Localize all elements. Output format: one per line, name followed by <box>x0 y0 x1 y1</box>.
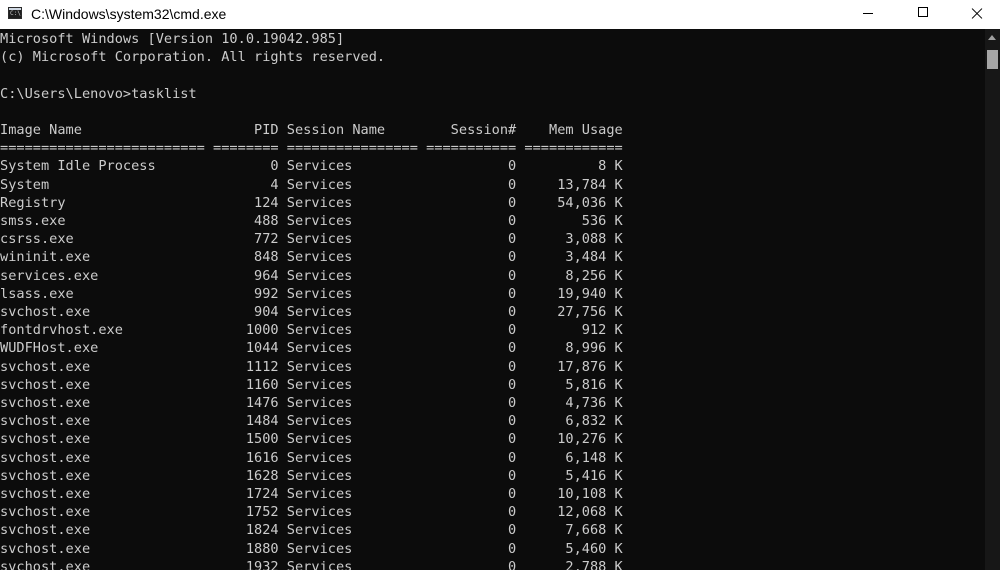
console-line: svchost.exe 1484 Services 0 6,832 K <box>0 413 623 430</box>
maximize-button[interactable] <box>900 0 946 29</box>
console-line: svchost.exe 1932 Services 0 2,788 K <box>0 558 623 570</box>
console-line: Image Name PID Session Name Session# Mem… <box>0 122 623 139</box>
cmd-icon-text: C:\ <box>10 10 21 17</box>
console-line: svchost.exe 1724 Services 0 10,108 K <box>0 486 623 503</box>
title-bar[interactable]: C:\ C:\Windows\system32\cmd.exe <box>0 0 1000 29</box>
console-line: smss.exe 488 Services 0 536 K <box>0 213 623 230</box>
console-line: svchost.exe 1112 Services 0 17,876 K <box>0 358 623 375</box>
console-line: svchost.exe 1880 Services 0 5,460 K <box>0 540 623 557</box>
console-line: svchost.exe 1752 Services 0 12,068 K <box>0 504 623 521</box>
console-line: System 4 Services 0 13,784 K <box>0 176 623 193</box>
minimize-button[interactable] <box>845 0 891 29</box>
cmd-icon: C:\ <box>8 7 22 19</box>
vertical-scrollbar[interactable] <box>985 29 1000 570</box>
console-line: ========================= ======== =====… <box>0 140 623 157</box>
console-line: svchost.exe 1476 Services 0 4,736 K <box>0 395 623 412</box>
console-line: svchost.exe 904 Services 0 27,756 K <box>0 304 623 321</box>
console-line: svchost.exe 1616 Services 0 6,148 K <box>0 449 623 466</box>
console-line: svchost.exe 1160 Services 0 5,816 K <box>0 376 623 393</box>
console-line: WUDFHost.exe 1044 Services 0 8,996 K <box>0 340 623 357</box>
console-line: services.exe 964 Services 0 8,256 K <box>0 267 623 284</box>
console-line: (c) Microsoft Corporation. All rights re… <box>0 49 386 66</box>
console-output[interactable]: Microsoft Windows [Version 10.0.19042.98… <box>0 29 985 570</box>
window-title: C:\Windows\system32\cmd.exe <box>31 6 227 22</box>
console-line: svchost.exe 1824 Services 0 7,668 K <box>0 522 623 539</box>
console-line: svchost.exe 1628 Services 0 5,416 K <box>0 467 623 484</box>
console-line: wininit.exe 848 Services 0 3,484 K <box>0 249 623 266</box>
console-line: fontdrvhost.exe 1000 Services 0 912 K <box>0 322 623 339</box>
console-line: csrss.exe 772 Services 0 3,088 K <box>0 231 623 248</box>
console-line: svchost.exe 1500 Services 0 10,276 K <box>0 431 623 448</box>
close-button[interactable] <box>954 0 1000 29</box>
console-text: Microsoft Windows [Version 10.0.19042.98… <box>0 30 623 570</box>
scroll-up-arrow-icon[interactable] <box>988 35 996 40</box>
console-line: lsass.exe 992 Services 0 19,940 K <box>0 285 623 302</box>
console-line: C:\Users\Lenovo>tasklist <box>0 85 197 102</box>
scrollbar-thumb[interactable] <box>987 50 998 69</box>
console-line: System Idle Process 0 Services 0 8 K <box>0 158 623 175</box>
console-line: Microsoft Windows [Version 10.0.19042.98… <box>0 31 345 47</box>
console-line: Registry 124 Services 0 54,036 K <box>0 194 623 211</box>
